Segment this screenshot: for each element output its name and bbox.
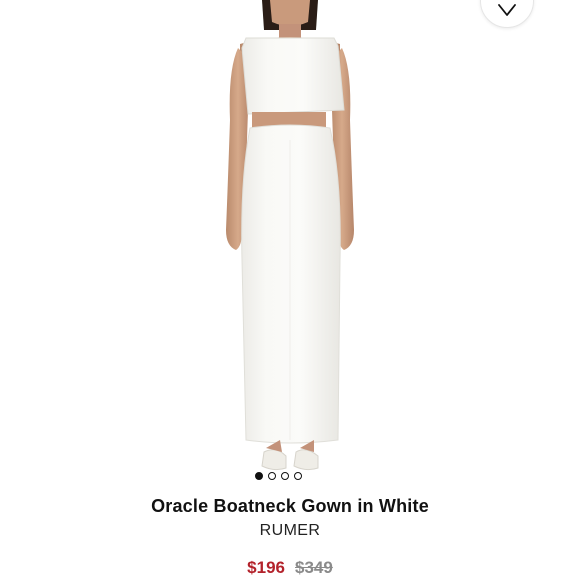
- price-row: $196 $349: [0, 558, 580, 578]
- heart-icon: [498, 4, 516, 16]
- carousel-dot-4[interactable]: [294, 472, 302, 480]
- brand-name[interactable]: RUMER: [0, 522, 580, 540]
- carousel-dot-3[interactable]: [281, 472, 289, 480]
- product-title[interactable]: Oracle Boatneck Gown in White: [0, 496, 580, 517]
- carousel-dot-2[interactable]: [268, 472, 276, 480]
- sale-price: $196: [247, 558, 285, 577]
- product-image[interactable]: [0, 0, 580, 488]
- product-photo-model: [226, 0, 354, 471]
- original-price: $349: [295, 558, 333, 577]
- carousel-dot-1[interactable]: [255, 472, 263, 480]
- carousel-pagination: [255, 470, 302, 482]
- product-card: Oracle Boatneck Gown in White RUMER $196…: [0, 0, 580, 580]
